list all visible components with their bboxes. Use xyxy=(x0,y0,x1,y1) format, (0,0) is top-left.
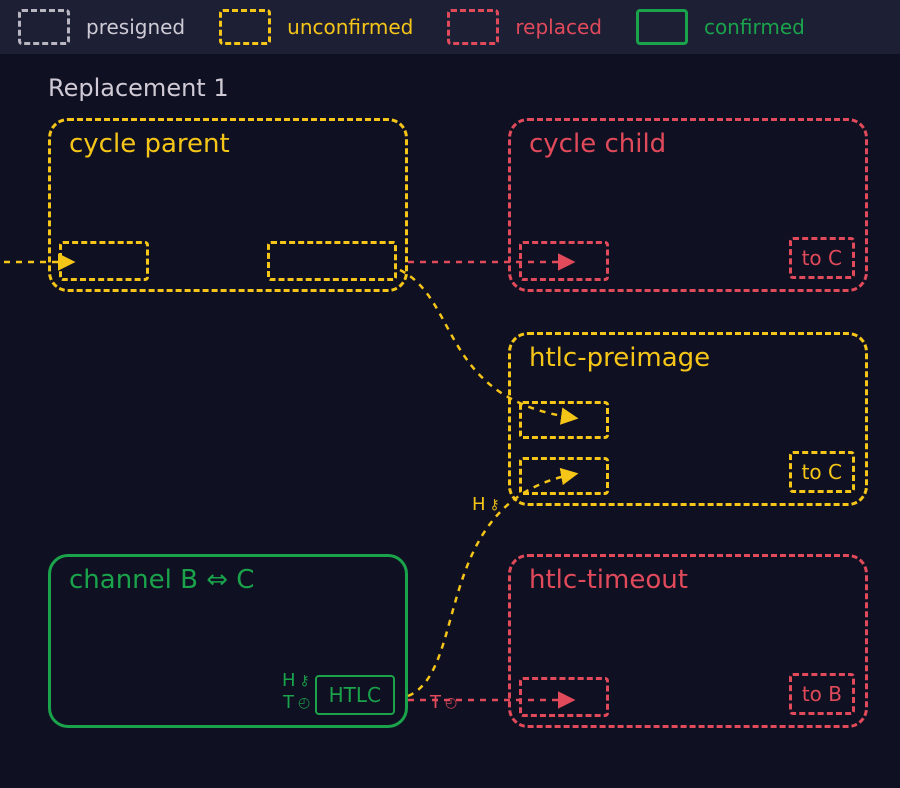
legend-label-presigned: presigned xyxy=(86,15,185,39)
box-title-htlc-timeout: htlc-timeout xyxy=(529,565,688,595)
box-title-cycle-parent: cycle parent xyxy=(69,129,230,159)
anno-T-green: T ◴ xyxy=(283,692,310,713)
diagram-stage: presigned unconfirmed replaced confirmed… xyxy=(0,0,900,788)
anno-H-lower-letter: H xyxy=(282,670,296,691)
box-channel: channel B ⇔ C HTLC xyxy=(48,554,408,728)
legend-bar: presigned unconfirmed replaced confirmed xyxy=(0,0,900,54)
anno-H-lower: H ⚷ xyxy=(282,670,310,691)
box-title-htlc-preimage: htlc-preimage xyxy=(529,343,710,373)
swatch-confirmed xyxy=(636,9,688,45)
anno-H-upper: H ⚷ xyxy=(472,494,500,515)
box-title-channel: channel B ⇔ C xyxy=(69,565,254,595)
anno-T-red-letter: T xyxy=(430,692,441,713)
slot-cycle-parent-out xyxy=(267,241,397,281)
key-icon: ⚷ xyxy=(300,673,310,689)
key-icon: ⚷ xyxy=(490,497,500,513)
out-cycle-child: to C xyxy=(789,237,855,279)
legend-item-presigned: presigned xyxy=(18,9,185,45)
swatch-replaced xyxy=(447,9,499,45)
slot-cycle-parent-in xyxy=(59,241,149,281)
slot-htlc-timeout-in xyxy=(519,677,609,717)
anno-T-green-letter: T xyxy=(283,692,294,713)
out-htlc-timeout: to B xyxy=(789,673,855,715)
slot-htlc-preimage-in2 xyxy=(519,457,609,495)
slot-cycle-child-in xyxy=(519,241,609,281)
box-cycle-child: cycle child to C xyxy=(508,118,868,292)
swatch-unconfirmed xyxy=(219,9,271,45)
out-channel-htlc: HTLC xyxy=(315,675,395,715)
swatch-presigned xyxy=(18,9,70,45)
out-htlc-preimage: to C xyxy=(789,451,855,493)
section-title: Replacement 1 xyxy=(48,74,229,102)
anno-H-upper-letter: H xyxy=(472,494,486,515)
legend-item-confirmed: confirmed xyxy=(636,9,805,45)
legend-label-unconfirmed: unconfirmed xyxy=(287,15,413,39)
anno-T-red: T ◴ xyxy=(430,692,457,713)
box-htlc-preimage: htlc-preimage to C xyxy=(508,332,868,506)
legend-item-unconfirmed: unconfirmed xyxy=(219,9,413,45)
legend-item-replaced: replaced xyxy=(447,9,602,45)
box-cycle-parent: cycle parent xyxy=(48,118,408,292)
slot-htlc-preimage-in1 xyxy=(519,401,609,439)
clock-icon: ◴ xyxy=(298,695,310,711)
box-title-cycle-child: cycle child xyxy=(529,129,666,159)
clock-icon: ◴ xyxy=(445,695,457,711)
box-htlc-timeout: htlc-timeout to B xyxy=(508,554,868,728)
legend-label-replaced: replaced xyxy=(515,15,602,39)
legend-label-confirmed: confirmed xyxy=(704,15,805,39)
